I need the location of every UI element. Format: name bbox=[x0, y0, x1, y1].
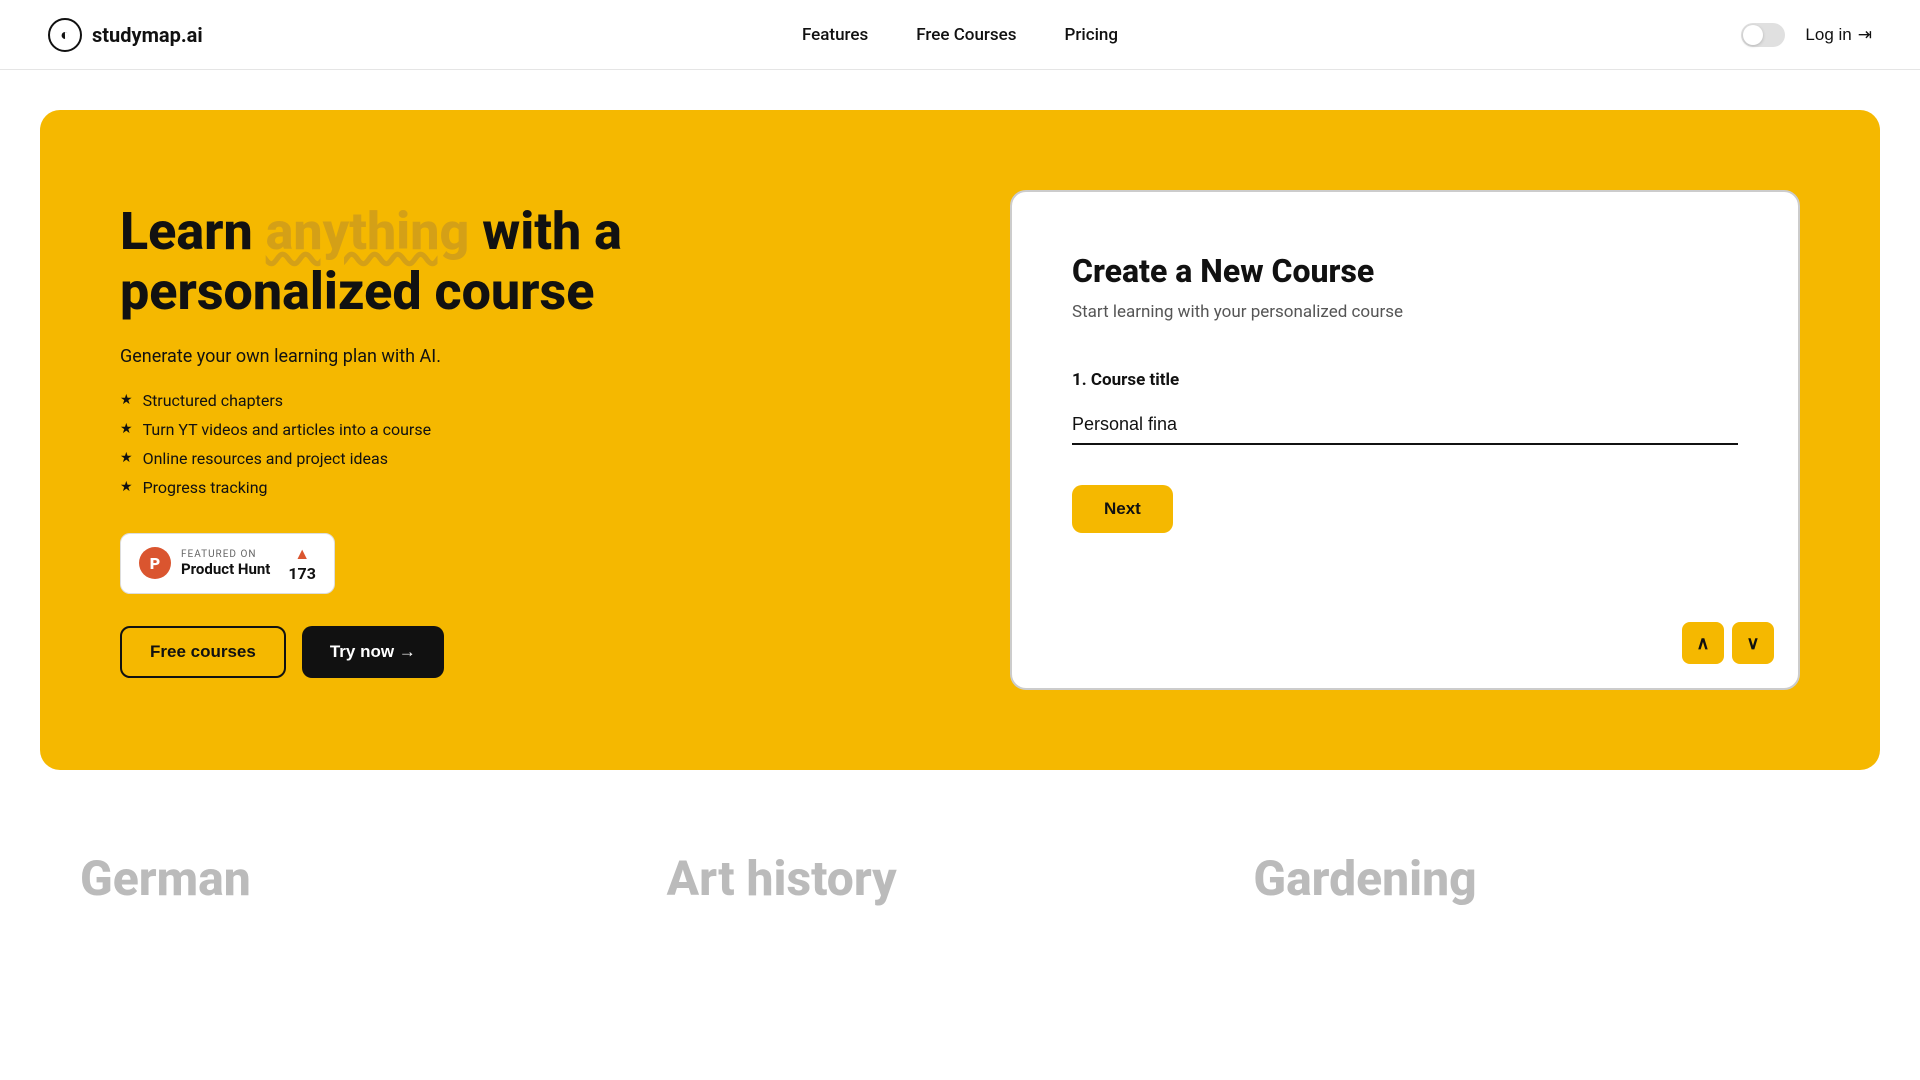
bullet-4: ★Progress tracking bbox=[120, 478, 640, 497]
hero-left: Learn anything with a personalized cours… bbox=[120, 202, 640, 678]
course-card: Create a New Course Start learning with … bbox=[1010, 190, 1800, 690]
hero-title: Learn anything with a personalized cours… bbox=[120, 202, 640, 322]
card-nav-down-button[interactable]: ∨ bbox=[1732, 622, 1774, 664]
card-nav-up-button[interactable]: ∧ bbox=[1682, 622, 1724, 664]
hero-right: Create a New Course Start learning with … bbox=[640, 190, 1800, 690]
product-hunt-text: FEATURED ON Product Hunt bbox=[181, 549, 270, 578]
nav-free-courses-link[interactable]: Free Courses bbox=[916, 25, 1016, 45]
card-title: Create a New Course bbox=[1072, 252, 1738, 290]
hero-bullets: ★Structured chapters ★Turn YT videos and… bbox=[120, 391, 640, 497]
star-icon-3: ★ bbox=[120, 450, 133, 466]
course-title-input[interactable] bbox=[1072, 406, 1738, 445]
star-icon-1: ★ bbox=[120, 392, 133, 408]
toggle-knob bbox=[1743, 25, 1763, 45]
try-now-button[interactable]: Try now → bbox=[302, 626, 444, 678]
nav-features-link[interactable]: Features bbox=[802, 25, 868, 45]
nav-links: Features Free Courses Pricing bbox=[802, 25, 1118, 45]
free-courses-button[interactable]: Free courses bbox=[120, 626, 286, 678]
bullet-3: ★Online resources and project ideas bbox=[120, 449, 640, 468]
navbar: ◐ studymap.ai Features Free Courses Pric… bbox=[0, 0, 1920, 70]
hero-buttons: Free courses Try now → bbox=[120, 626, 640, 678]
next-button[interactable]: Next bbox=[1072, 485, 1173, 533]
bullet-1: ★Structured chapters bbox=[120, 391, 640, 410]
card-navigation: ∧ ∨ bbox=[1682, 622, 1774, 664]
course-step-label: 1. Course title bbox=[1072, 370, 1738, 390]
theme-toggle[interactable] bbox=[1741, 23, 1785, 47]
bottom-item-gardening: Gardening bbox=[1253, 850, 1840, 915]
bottom-section: German Art history Gardening bbox=[0, 770, 1920, 955]
hero-section: Learn anything with a personalized cours… bbox=[40, 110, 1880, 770]
nav-pricing-link[interactable]: Pricing bbox=[1065, 25, 1119, 45]
star-icon-2: ★ bbox=[120, 421, 133, 437]
nav-right: Log in ⇥ bbox=[1741, 23, 1872, 47]
product-hunt-logo: P bbox=[139, 547, 171, 579]
logo[interactable]: ◐ studymap.ai bbox=[48, 18, 203, 52]
bottom-item-german: German bbox=[80, 850, 667, 915]
logo-icon: ◐ bbox=[48, 18, 82, 52]
hero-subtitle: Generate your own learning plan with AI. bbox=[120, 346, 640, 367]
card-subtitle: Start learning with your personalized co… bbox=[1072, 302, 1738, 322]
product-hunt-count: ▲ 173 bbox=[288, 544, 316, 583]
bullet-2: ★Turn YT videos and articles into a cour… bbox=[120, 420, 640, 439]
bottom-item-art-history: Art history bbox=[667, 850, 1254, 915]
login-button[interactable]: Log in ⇥ bbox=[1805, 25, 1872, 45]
product-hunt-badge[interactable]: P FEATURED ON Product Hunt ▲ 173 bbox=[120, 533, 335, 594]
star-icon-4: ★ bbox=[120, 479, 133, 495]
